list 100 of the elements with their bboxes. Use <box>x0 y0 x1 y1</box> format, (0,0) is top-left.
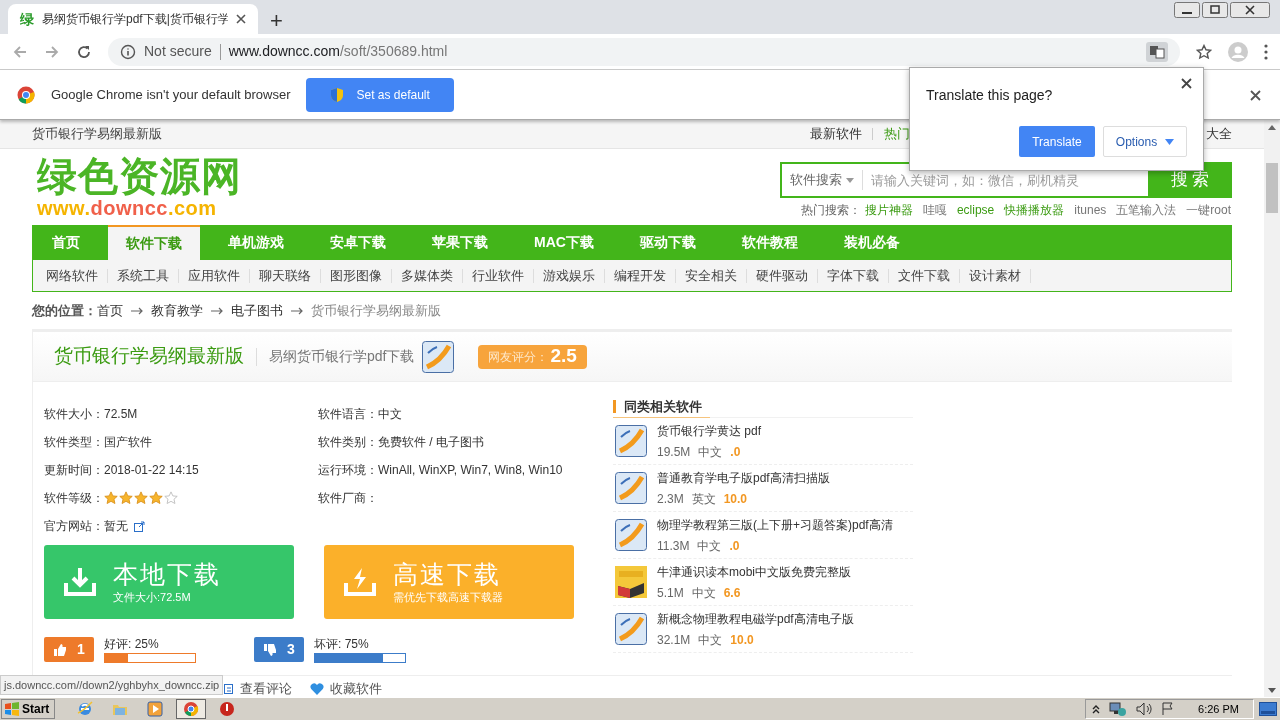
breadcrumb-link[interactable]: 教育教学 <box>151 301 203 321</box>
hot-search-link[interactable]: 一键root <box>1186 201 1231 219</box>
translate-icon[interactable] <box>1146 41 1168 62</box>
sub-nav-link[interactable]: 字体下载 <box>818 268 889 283</box>
star-icon <box>149 491 163 505</box>
maximize-icon[interactable] <box>1202 2 1228 18</box>
hot-search-link[interactable]: eclipse <box>956 201 995 219</box>
url-text: www.downcc.com/soft/350689.html <box>228 42 448 61</box>
menu-icon[interactable] <box>1264 43 1268 60</box>
star-icon[interactable] <box>1196 43 1212 60</box>
related-item-link[interactable]: 新概念物理教程电磁学pdf高清电子版 <box>657 609 854 628</box>
language: 中文 <box>697 537 722 555</box>
comment-icon <box>224 682 234 695</box>
sub-nav-link[interactable]: 系统工具 <box>108 268 179 283</box>
page-name: 货币银行学易纲最新版 <box>32 125 162 144</box>
new-tab-button[interactable]: + <box>270 10 283 32</box>
file-size: 32.1M <box>657 631 691 649</box>
top-link[interactable]: 大全 <box>1206 124 1232 144</box>
hot-search-link[interactable]: 快播播放器 <box>1004 201 1065 219</box>
close-icon[interactable] <box>236 14 246 24</box>
address-bar[interactable]: Not secure www.downcc.com/soft/350689.html <box>108 37 1180 66</box>
chrome-logo-icon <box>17 85 35 104</box>
sub-nav-link[interactable]: 编程开发 <box>605 268 676 283</box>
infobar-message: Google Chrome isn't your default browser <box>51 85 291 104</box>
breadcrumb-link[interactable]: 货币银行学易纲最新版 <box>311 301 441 321</box>
info-label: 软件厂商： <box>318 490 378 507</box>
scrollbar[interactable] <box>1264 120 1280 697</box>
score: 6.6 <box>723 584 741 602</box>
minimize-icon[interactable] <box>1174 2 1200 18</box>
external-link-icon[interactable] <box>134 520 145 532</box>
dislike-button[interactable]: 3 <box>254 637 304 662</box>
score: .0 <box>730 443 741 461</box>
info-value: 中文 <box>378 406 402 423</box>
related-item-link[interactable]: 牛津通识读本mobi中文版免费完整版 <box>657 562 851 581</box>
software-title: 货币银行学易纲最新版 <box>54 344 244 369</box>
software-subtitle: 易纲货币银行学pdf下载 <box>269 347 415 366</box>
caret-icon <box>1165 138 1175 145</box>
document-icon <box>615 613 647 645</box>
volume-icon[interactable] <box>1136 702 1153 716</box>
sub-nav-link[interactable]: 设计素材 <box>960 268 1031 283</box>
hot-search-link[interactable]: 五笔输入法 <box>1116 201 1177 219</box>
info-label: 更新时间： <box>44 462 104 479</box>
rating-score: 2.5 <box>550 344 577 369</box>
sub-nav-link[interactable]: 行业软件 <box>463 268 534 283</box>
file-size: 19.5M <box>657 443 691 461</box>
arrow-icon <box>211 307 223 315</box>
related-item-link[interactable]: 物理学教程第三版(上下册+习题答案)pdf高清 <box>657 515 893 534</box>
media-player-icon <box>147 701 163 717</box>
score: 10.0 <box>723 490 748 508</box>
security-label: Not secure <box>144 42 212 61</box>
related-item-link[interactable]: 货币银行学黄达 pdf <box>657 421 761 440</box>
breadcrumb-link[interactable]: 首页 <box>97 301 123 321</box>
sub-nav-link[interactable]: 多媒体类 <box>392 268 463 283</box>
breadcrumb-link[interactable]: 电子图书 <box>231 301 283 321</box>
arrow-icon <box>131 307 143 315</box>
scrollbar-thumb[interactable] <box>1266 163 1278 213</box>
sub-nav-link[interactable]: 网络软件 <box>37 268 108 283</box>
search-scope-dropdown[interactable]: 软件搜索 <box>782 170 863 190</box>
scroll-up-icon[interactable] <box>1268 124 1276 130</box>
download-bolt-icon <box>344 567 376 597</box>
chevron-up-icon[interactable] <box>1092 704 1101 714</box>
action-link[interactable]: 收藏软件 <box>310 678 382 697</box>
language: 中文 <box>698 443 723 461</box>
sub-nav-link[interactable]: 文件下载 <box>889 268 960 283</box>
hot-search-label: 热门搜索： <box>800 202 861 219</box>
flag-icon[interactable] <box>1161 702 1176 716</box>
sub-nav-link[interactable]: 游戏娱乐 <box>534 268 605 283</box>
info-label: 软件类型： <box>44 434 104 451</box>
hot-search-link[interactable]: 搜片神器 <box>864 201 913 219</box>
sub-nav-link[interactable]: 应用软件 <box>179 268 250 283</box>
sub-nav-link[interactable]: 聊天联络 <box>250 268 321 283</box>
set-default-button[interactable]: Set as default <box>306 77 454 112</box>
hot-search-link[interactable]: itunes <box>1074 201 1107 219</box>
scroll-down-icon[interactable] <box>1268 688 1276 693</box>
browser-e-icon <box>77 701 93 717</box>
sub-nav-link[interactable]: 硬件驱动 <box>747 268 818 283</box>
related-item-link[interactable]: 普通教育学电子版pdf高清扫描版 <box>657 468 830 487</box>
hot-search-link[interactable]: 哇嘎 <box>922 201 947 219</box>
document-icon <box>422 340 455 373</box>
language: 中文 <box>698 631 723 649</box>
info-value: 72.5M <box>104 406 138 423</box>
info-label: 软件大小： <box>44 406 104 423</box>
taskbar-button[interactable] <box>176 699 206 719</box>
top-link[interactable]: 最新软件 <box>810 124 862 144</box>
vote-percent: 好评: 25% <box>104 637 160 651</box>
close-icon[interactable] <box>1250 90 1261 101</box>
close-icon[interactable] <box>1230 2 1270 18</box>
translate-button[interactable]: Translate <box>1019 126 1095 157</box>
site-logo-url: www.downcc.com <box>37 198 218 218</box>
app-icon <box>219 701 235 717</box>
sub-nav-link[interactable]: 安全相关 <box>676 268 747 283</box>
sub-nav-link[interactable]: 图形图像 <box>321 268 392 283</box>
info-value: 暂无 <box>104 518 128 535</box>
options-button[interactable]: Options <box>1103 126 1187 157</box>
reload-icon[interactable] <box>76 43 92 60</box>
document-icon <box>615 425 647 457</box>
network-icon[interactable] <box>1109 701 1128 717</box>
start-button[interactable]: Start <box>1 699 55 719</box>
close-icon[interactable] <box>1181 78 1192 89</box>
action-link[interactable]: 查看评论 <box>224 678 292 697</box>
